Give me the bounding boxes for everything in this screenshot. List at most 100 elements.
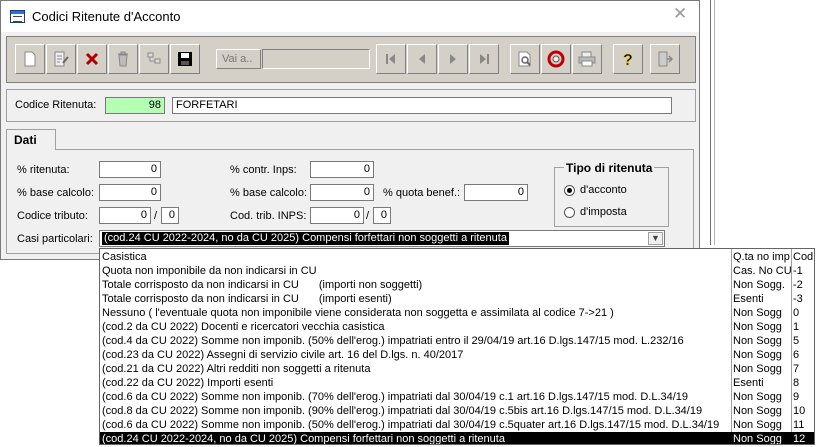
svg-text:?: ?: [623, 52, 633, 68]
casistica-text: (cod.6 da CU 2022) Somme non imponib. (7…: [102, 391, 689, 403]
list-item[interactable]: Quota non imponibile da non indicarsi in…: [100, 264, 814, 278]
list-item[interactable]: (cod.23 da CU 2022) Assegni di servizio …: [100, 348, 814, 362]
prev-record-icon[interactable]: [407, 44, 437, 74]
exit-door-icon[interactable]: [650, 44, 680, 74]
next-record-icon[interactable]: [438, 44, 468, 74]
casistica-text: (cod.4 da CU 2022) Somme non imponib. (5…: [102, 335, 684, 347]
header-casistica: Casistica: [102, 251, 147, 263]
casistica-text: (cod.8 da CU 2022) Somme non imponib. (9…: [102, 405, 703, 417]
quota-benef-input[interactable]: 0: [464, 184, 528, 201]
refresh-icon[interactable]: [541, 44, 571, 74]
casistica-cell: (cod.2 da CU 2022) Docenti e ricercatori…: [102, 320, 730, 334]
list-item[interactable]: Nessuno ( l'eventuale quota non imponibi…: [100, 306, 814, 320]
goto-button[interactable]: Vai a..: [216, 49, 261, 69]
first-record-icon[interactable]: [376, 44, 406, 74]
list-item[interactable]: (cod.22 da CU 2022) Importi esenti Esenti…: [100, 376, 814, 390]
last-record-icon[interactable]: [469, 44, 499, 74]
cod-trib-inps-label: Cod. trib. INPS:: [230, 210, 307, 222]
delete-x-icon[interactable]: [77, 44, 107, 74]
radio-acconto[interactable]: [564, 185, 575, 196]
help-icon[interactable]: ?: [613, 44, 643, 74]
contr-inps-input[interactable]: 0: [310, 161, 374, 178]
ritenuta-input[interactable]: 0: [99, 161, 161, 178]
codice-ritenuta-label: Codice Ritenuta:: [15, 99, 97, 111]
cod-cell: 6: [793, 349, 800, 361]
casistica-text: Totale corrisposto da non indicarsi in C…: [102, 293, 299, 305]
radio-imposta[interactable]: [564, 207, 575, 218]
radio-acconto-label[interactable]: d'acconto: [580, 184, 627, 196]
qta-cell: Non Sogg.: [733, 279, 785, 291]
codice-tributo-input[interactable]: 0: [99, 207, 151, 224]
descrizione-input[interactable]: FORFETARI: [172, 97, 672, 114]
radio-imposta-label[interactable]: d'imposta: [580, 206, 627, 218]
slash-separator: /: [154, 210, 158, 222]
codice-ritenuta-input[interactable]: 98: [105, 97, 165, 114]
close-icon[interactable]: ✕: [673, 4, 687, 24]
casistica-text: (cod.2 da CU 2022) Docenti e ricercatori…: [102, 321, 385, 333]
list-item[interactable]: (cod.24 CU 2022-2024, no da CU 2025) Com…: [100, 432, 814, 445]
casistica-text: (cod.22 da CU 2022) Importi esenti: [102, 377, 274, 389]
base-calcolo-input[interactable]: 0: [99, 184, 161, 201]
print-icon[interactable]: [572, 44, 602, 74]
new-record-icon[interactable]: [15, 44, 45, 74]
tab-dati[interactable]: Dati: [6, 129, 56, 150]
edit-record-icon[interactable]: [46, 44, 76, 74]
header-cod: Cod: [793, 251, 814, 263]
chevron-down-icon[interactable]: ▼: [648, 232, 663, 245]
casistica-text: Totale corrisposto da non indicarsi in C…: [102, 279, 299, 291]
casistica-cell: (cod.6 da CU 2022) Somme non imponib. (7…: [102, 390, 730, 404]
qta-cell: Non Sogg: [733, 321, 782, 333]
cod-cell: 1: [793, 321, 800, 333]
list-item[interactable]: Totale corrisposto da non indicarsi in C…: [100, 292, 814, 306]
cod-cell: 9: [793, 391, 800, 403]
dropdown-header: Casistica Q.ta no imp Cod: [100, 250, 814, 264]
qta-cell: Non Sogg: [733, 405, 782, 417]
list-item[interactable]: Totale corrisposto da non indicarsi in C…: [100, 278, 814, 292]
quota-benef-label: % quota benef.:: [383, 187, 461, 199]
cod-cell: 0: [793, 307, 800, 319]
toolbar: Vai a.. ?: [6, 36, 696, 83]
tree-icon[interactable]: [139, 44, 169, 74]
qta-cell: Esenti: [733, 293, 764, 305]
trash-icon[interactable]: [108, 44, 138, 74]
casistica-cell: Totale corrisposto da non indicarsi in C…: [102, 278, 730, 292]
qta-cell: Cas. No CU: [733, 265, 791, 277]
codice-panel: Codice Ritenuta: 98 FORFETARI: [6, 89, 696, 122]
base-calcolo-inps-input[interactable]: 0: [310, 184, 374, 201]
cod-trib-inps-sub-input[interactable]: 0: [373, 207, 391, 224]
cod-cell: 5: [793, 335, 800, 347]
casistica-cell: (cod.8 da CU 2022) Somme non imponib. (9…: [102, 404, 730, 418]
qta-cell: Esenti: [733, 377, 764, 389]
casi-particolari-combo[interactable]: (cod.24 CU 2022-2024, no da CU 2025) Com…: [99, 230, 665, 247]
codice-tributo-sub-input[interactable]: 0: [161, 207, 179, 224]
casistica-cell: Nessuno ( l'eventuale quota non imponibi…: [102, 306, 730, 320]
casi-particolari-dropdown: Casistica Q.ta no imp Cod Quota non impo…: [99, 248, 815, 445]
qta-cell: Non Sogg: [733, 419, 782, 431]
list-item[interactable]: (cod.2 da CU 2022) Docenti e ricercatori…: [100, 320, 814, 334]
list-item[interactable]: (cod.6 da CU 2022) Somme non imponib. (7…: [100, 390, 814, 404]
codice-tributo-label: Codice tributo:: [17, 210, 88, 222]
list-item[interactable]: (cod.8 da CU 2022) Somme non imponib. (9…: [100, 404, 814, 418]
cod-cell: -3: [793, 293, 803, 305]
casistica-text: Nessuno ( l'eventuale quota non imponibi…: [102, 307, 614, 319]
list-item[interactable]: (cod.4 da CU 2022) Somme non imponib. (5…: [100, 334, 814, 348]
base-calcolo-label: % base calcolo:: [17, 187, 95, 199]
casistica-cell: (cod.22 da CU 2022) Importi esenti: [102, 376, 730, 390]
casistica-note: (importi non soggetti): [318, 279, 423, 291]
casistica-text: (cod.24 CU 2022-2024, no da CU 2025) Com…: [102, 433, 505, 445]
casistica-text: (cod.21 da CU 2022) Altri redditi non so…: [102, 363, 371, 375]
cod-cell: -2: [793, 279, 803, 291]
qta-cell: Non Sogg: [733, 391, 782, 403]
header-qta: Q.ta no imp: [733, 251, 790, 263]
preview-search-icon[interactable]: [510, 44, 540, 74]
save-floppy-icon[interactable]: [170, 44, 200, 74]
list-item[interactable]: (cod.6 da CU 2022) Somme non imponib. (5…: [100, 418, 814, 432]
base-calcolo-inps-label: % base calcolo:: [230, 187, 308, 199]
list-item[interactable]: (cod.21 da CU 2022) Altri redditi non so…: [100, 362, 814, 376]
casistica-cell: Quota non imponibile da non indicarsi in…: [102, 264, 730, 278]
goto-input[interactable]: [262, 49, 370, 69]
casistica-text: Quota non imponibile da non indicarsi in…: [102, 265, 317, 277]
ritenuta-label: % ritenuta:: [17, 164, 70, 176]
main-window: Codici Ritenute d'Acconto ✕ Vai a.. ? Co…: [0, 0, 700, 260]
cod-trib-inps-input[interactable]: 0: [310, 207, 364, 224]
